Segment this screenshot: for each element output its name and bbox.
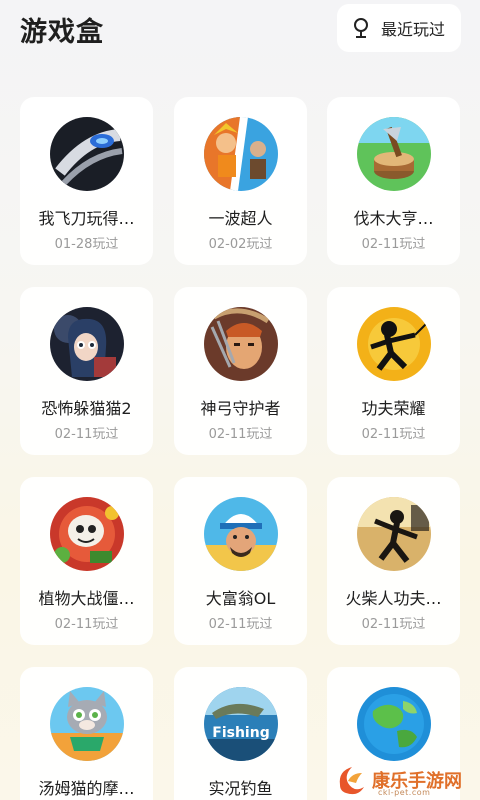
knife-game-icon xyxy=(50,117,124,191)
last-played-date: 02-11玩过 xyxy=(54,427,119,442)
game-card[interactable]: 火柴人功夫… 02-11玩过 xyxy=(327,477,460,645)
game-card[interactable]: 功夫荣耀 02-11玩过 xyxy=(327,287,460,455)
game-card[interactable]: 一波超人 02-02玩过 xyxy=(174,97,307,265)
last-played-date: 02-11玩过 xyxy=(361,237,426,252)
watermark-subtext: ckl-pet.com xyxy=(378,788,431,797)
game-card[interactable]: 植物大战僵… 02-11玩过 xyxy=(20,477,153,645)
watermark-logo-icon xyxy=(339,767,364,795)
kungfu-game-icon xyxy=(357,307,431,381)
superhero-game-icon xyxy=(204,117,278,191)
game-name: 火柴人功夫… xyxy=(345,589,442,608)
game-card[interactable]: 神弓守护者 02-11玩过 xyxy=(174,287,307,455)
monopoly-game-icon xyxy=(204,497,278,571)
header: 游戏盒 最近玩过 xyxy=(0,0,480,60)
horror-game-icon xyxy=(50,307,124,381)
fishing-game-icon: Fishing xyxy=(204,687,278,761)
game-name: 实况钓鱼 xyxy=(208,779,273,798)
lumber-game-icon xyxy=(357,117,431,191)
game-card[interactable]: 我飞刀玩得… 01-28玩过 xyxy=(20,97,153,265)
archer-game-icon xyxy=(204,307,278,381)
game-name: 伐木大亨… xyxy=(353,209,434,228)
game-name: 汤姆猫的摩… xyxy=(38,779,135,798)
game-name: 我飞刀玩得… xyxy=(38,209,135,228)
game-card[interactable]: 汤姆猫的摩… xyxy=(20,667,153,800)
recently-played-button[interactable]: 最近玩过 xyxy=(337,4,461,52)
last-played-date: 02-11玩过 xyxy=(361,427,426,442)
tom-cat-game-icon xyxy=(50,687,124,761)
plants-zombies-game-icon xyxy=(50,497,124,571)
last-played-date: 01-28玩过 xyxy=(54,237,119,252)
earth-game-icon xyxy=(357,687,431,761)
game-card[interactable]: 伐木大亨… 02-11玩过 xyxy=(327,97,460,265)
last-played-date: 02-11玩过 xyxy=(54,617,119,632)
last-played-date: 02-02玩过 xyxy=(208,237,273,252)
game-card[interactable]: 恐怖躲猫猫2 02-11玩过 xyxy=(20,287,153,455)
watermark: 康乐手游网 ckl-pet.com xyxy=(334,760,480,800)
game-name: 功夫荣耀 xyxy=(361,399,426,418)
recently-played-label: 最近玩过 xyxy=(381,20,446,39)
last-played-date: 02-11玩过 xyxy=(208,427,273,442)
game-name: 恐怖躲猫猫2 xyxy=(41,399,132,418)
game-name: 神弓守护者 xyxy=(200,399,281,418)
game-name: 植物大战僵… xyxy=(38,589,135,608)
game-card[interactable]: Fishing 实况钓鱼 xyxy=(174,667,307,800)
game-name: 大富翁OL xyxy=(205,589,276,608)
fishing-logo-text: Fishing xyxy=(212,725,269,741)
last-played-date: 02-11玩过 xyxy=(208,617,273,632)
page-title: 游戏盒 xyxy=(20,17,104,48)
location-pin-icon xyxy=(354,18,368,38)
game-name: 一波超人 xyxy=(208,209,273,228)
game-card[interactable]: 大富翁OL 02-11玩过 xyxy=(174,477,307,645)
stickman-game-icon xyxy=(357,497,431,571)
last-played-date: 02-11玩过 xyxy=(361,617,426,632)
